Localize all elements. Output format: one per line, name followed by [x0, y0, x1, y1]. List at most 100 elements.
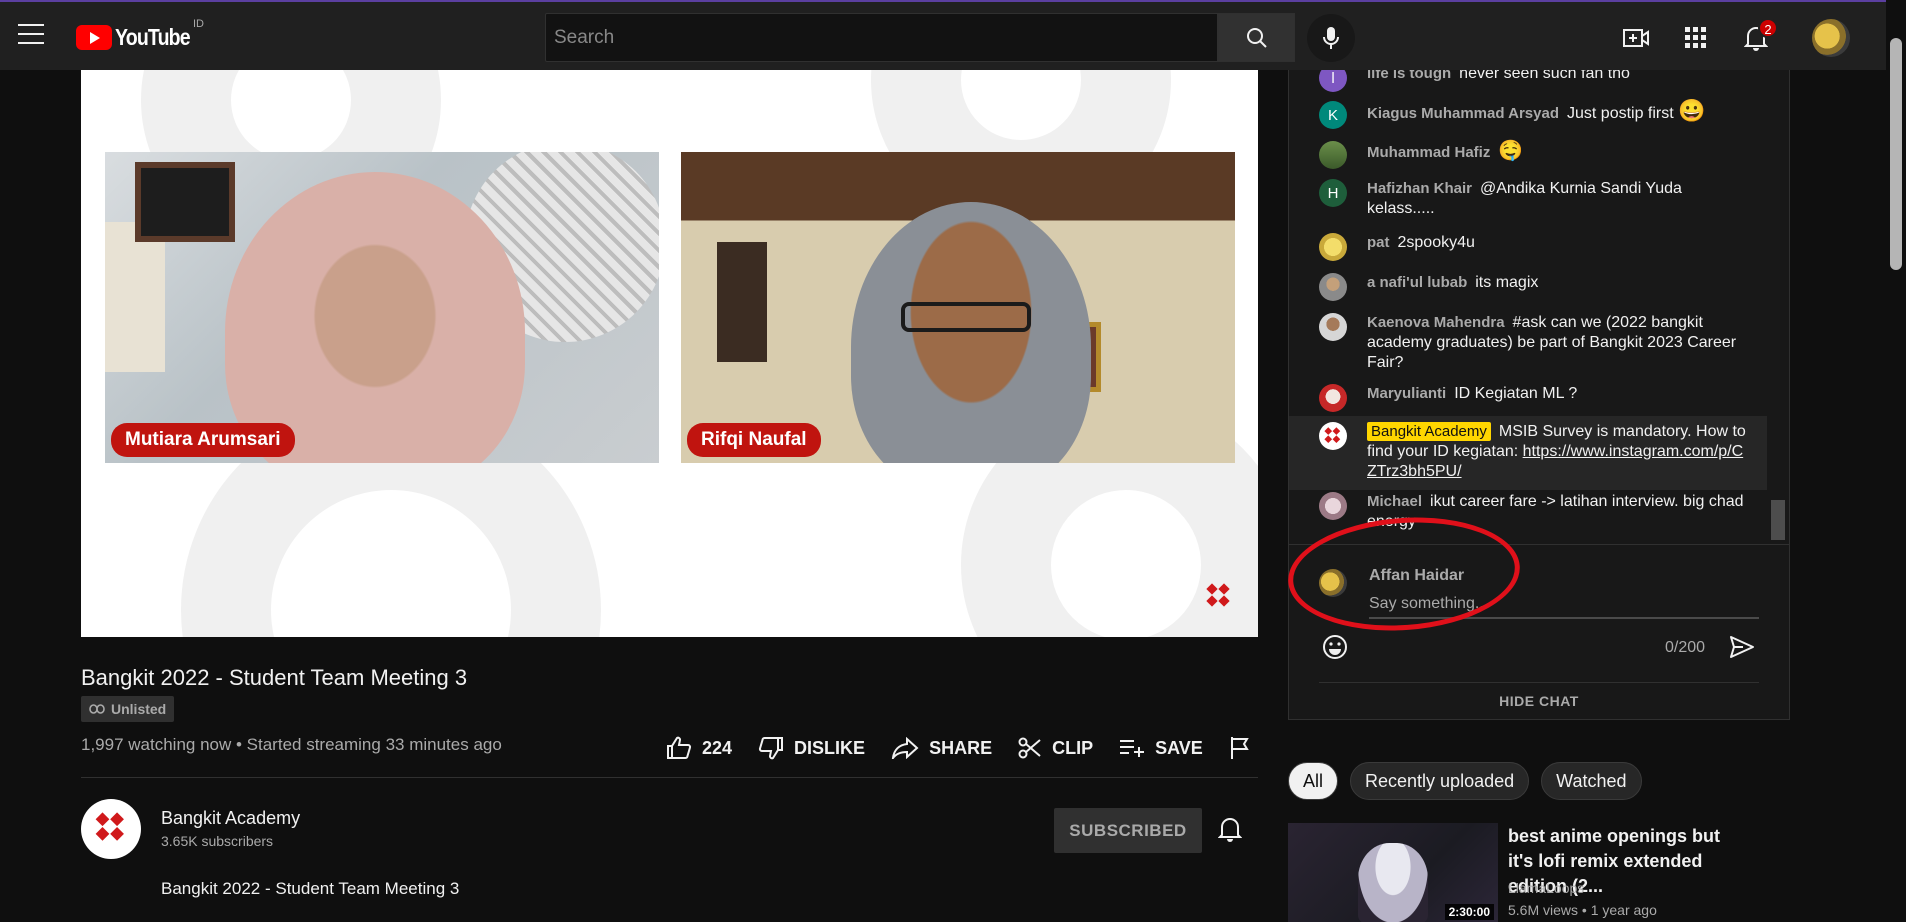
subscribed-button[interactable]: SUBSCRIBED: [1054, 808, 1202, 853]
notifications-button[interactable]: 2: [1740, 18, 1778, 54]
share-icon: [891, 737, 919, 759]
clip-label: CLIP: [1052, 737, 1094, 758]
chat-input-field: [1369, 591, 1759, 619]
wall-frame: [717, 242, 767, 362]
dislike-label: DISLIKE: [794, 737, 866, 758]
like-count: 224: [702, 737, 733, 758]
chat-author[interactable]: Hafizhan Khair: [1367, 180, 1472, 197]
chat-author[interactable]: Maryulianti: [1367, 385, 1446, 402]
chat-author[interactable]: Muhammad Hafiz: [1367, 144, 1490, 161]
chat-avatar: [1319, 422, 1347, 450]
chat-scrollbar-thumb[interactable]: [1771, 500, 1785, 540]
chat-author[interactable]: Kiagus Muhammad Arsyad: [1367, 105, 1559, 122]
bangkit-watermark-logo: [1206, 583, 1232, 611]
emoji-button[interactable]: [1321, 633, 1349, 666]
participant-tile-right: Rifqi Naufal: [681, 152, 1235, 463]
microphone-icon: [1323, 27, 1339, 49]
save-button[interactable]: SAVE: [1119, 738, 1203, 759]
glasses: [901, 302, 1031, 332]
chat-author[interactable]: a nafi'ul lubab: [1367, 274, 1467, 291]
chat-text: 2spooky4u: [1397, 234, 1475, 251]
video-player[interactable]: Mutiara Arumsari Rifqi Naufal: [81, 70, 1258, 637]
live-chat-panel: l life is tough never seen such fan tho K…: [1288, 70, 1790, 720]
smiley-icon: [1323, 635, 1347, 659]
channel-notifications-button[interactable]: [1217, 816, 1243, 847]
playlist-add-icon: [1120, 740, 1145, 757]
recommendation-meta: 5.6M views • 1 year ago: [1508, 902, 1657, 918]
search-box: [545, 13, 1218, 62]
video-duration: 2:30:00: [1444, 904, 1494, 920]
chat-author[interactable]: pat: [1367, 234, 1390, 251]
chat-author[interactable]: Michael: [1367, 493, 1422, 510]
search-button[interactable]: [1218, 13, 1295, 62]
create-video-icon: [1623, 29, 1649, 47]
chat-message-list[interactable]: l life is tough never seen such fan tho K…: [1289, 70, 1767, 544]
character-count: 0/200: [1665, 639, 1706, 656]
bangkit-logo-icon: [1324, 426, 1341, 443]
scissors-icon: [1018, 737, 1041, 759]
thumbs-up-icon: [667, 736, 692, 759]
thumbnail-character: [1358, 843, 1428, 922]
participant-figure: [851, 202, 1091, 463]
page-scrollbar-thumb[interactable]: [1890, 38, 1902, 270]
menu-icon[interactable]: [18, 24, 44, 46]
youtube-play-icon: [76, 25, 112, 50]
video-description: Bangkit 2022 - Student Team Meeting 3: [161, 879, 460, 898]
chat-emoji: 😀: [1678, 98, 1706, 123]
chat-author[interactable]: life is tough: [1367, 70, 1451, 82]
recommendation-channel[interactable]: LlamaLoops: [1508, 880, 1584, 896]
search-icon: [1246, 27, 1267, 48]
like-button[interactable]: 224: [666, 736, 732, 760]
chat-text: its magix: [1475, 274, 1539, 291]
chip-watched[interactable]: Watched: [1541, 762, 1642, 800]
participant-nametag: Mutiara Arumsari: [111, 423, 295, 457]
share-button[interactable]: SHARE: [891, 737, 992, 759]
unlisted-label: Unlisted: [111, 701, 167, 717]
apps-grid-icon: [1685, 27, 1706, 48]
report-button[interactable]: [1229, 736, 1251, 760]
chat-text: ikut career fare -> latihan interview. b…: [1367, 493, 1744, 530]
youtube-logo[interactable]: YouTube: [76, 24, 203, 51]
chip-all[interactable]: All: [1288, 762, 1339, 800]
chat-author[interactable]: Kaenova Mahendra: [1367, 314, 1505, 331]
recommendation-thumbnail[interactable]: 2:30:00: [1288, 823, 1498, 922]
chat-message: Michael ikut career fare -> latihan inter…: [1289, 492, 1767, 532]
notification-badge: 2: [1758, 18, 1778, 38]
youtube-watch-page: YouTube ID 2: [0, 0, 1906, 922]
participant-nametag: Rifqi Naufal: [687, 423, 821, 457]
save-label: SAVE: [1155, 737, 1203, 758]
thumbs-down-icon: [759, 737, 784, 760]
channel-avatar[interactable]: [81, 799, 141, 859]
chat-avatar: [1319, 141, 1347, 169]
chat-avatar: l: [1319, 70, 1347, 92]
channel-subscribers: 3.65K subscribers: [161, 833, 274, 849]
hide-chat-button[interactable]: HIDE CHAT: [1319, 682, 1759, 718]
chat-avatar: [1319, 384, 1347, 412]
voice-search-button[interactable]: [1307, 14, 1355, 62]
send-button[interactable]: [1729, 635, 1755, 664]
chat-text: Just postip first: [1567, 105, 1674, 122]
chat-input-area: Affan Haidar 0/200 HIDE CHAT: [1289, 544, 1789, 720]
chat-message: Kaenova Mahendra #ask can we (2022 bangki…: [1289, 313, 1767, 373]
share-label: SHARE: [929, 737, 993, 758]
chat-avatar: H: [1319, 179, 1347, 207]
dislike-button[interactable]: DISLIKE: [758, 736, 865, 760]
chat-emoji: 🤤: [1498, 140, 1524, 162]
create-video-button[interactable]: [1620, 22, 1652, 54]
clip-button[interactable]: CLIP: [1018, 736, 1093, 760]
chat-message-pinned-owner: Bangkit Academy MSIB Survey is mandatory.…: [1289, 416, 1767, 490]
chat-message: Muhammad Hafiz 🤤: [1289, 141, 1767, 169]
search-input[interactable]: [546, 14, 1217, 61]
owner-badge-author[interactable]: Bangkit Academy: [1367, 422, 1491, 441]
filter-chips: All Recently uploaded Watched: [1288, 762, 1642, 800]
send-icon: [1730, 636, 1754, 658]
chip-recently-uploaded[interactable]: Recently uploaded: [1350, 762, 1530, 800]
account-avatar[interactable]: [1812, 19, 1850, 57]
chat-avatar: [1319, 492, 1347, 520]
chat-scrollbar-track[interactable]: [1771, 70, 1785, 544]
chat-message-input[interactable]: [1369, 591, 1759, 617]
logo-text: YouTube: [115, 24, 191, 50]
flag-icon: [1230, 737, 1249, 759]
channel-name[interactable]: Bangkit Academy: [161, 808, 300, 829]
apps-button[interactable]: [1680, 22, 1712, 54]
